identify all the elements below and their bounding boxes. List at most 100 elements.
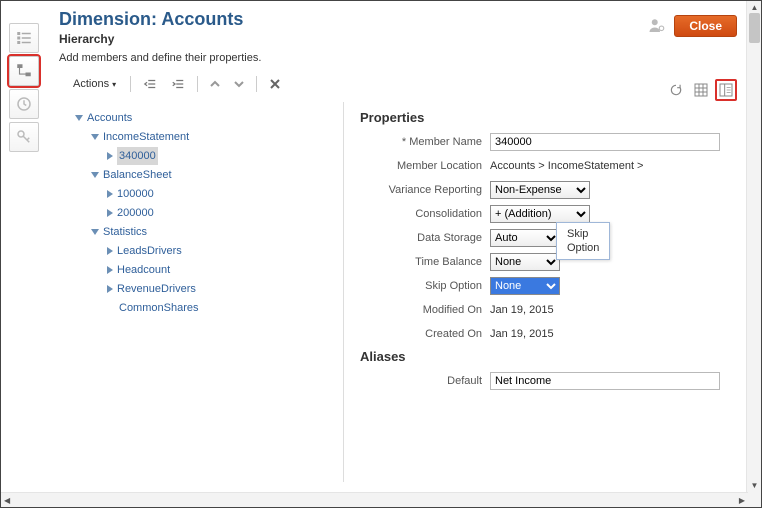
tooltip-line: Option bbox=[567, 241, 599, 255]
expand-icon[interactable] bbox=[75, 115, 83, 121]
grid-icon bbox=[693, 82, 709, 98]
expand-icon[interactable] bbox=[107, 266, 113, 274]
chevron-down-icon bbox=[234, 79, 244, 89]
tree-node-balancesheet[interactable]: BalanceSheet bbox=[91, 166, 339, 184]
label-variance-reporting: Variance Reporting bbox=[370, 184, 490, 196]
tree-label: Accounts bbox=[87, 109, 132, 127]
toolbar-divider bbox=[256, 76, 257, 92]
caret-down-icon: ▾ bbox=[112, 80, 116, 89]
tree-node-200000[interactable]: 200000 bbox=[107, 204, 339, 222]
detail-view-button[interactable] bbox=[715, 79, 737, 101]
rail-tab-overview[interactable] bbox=[9, 23, 39, 53]
tree-label: RevenueDrivers bbox=[117, 280, 196, 298]
time-balance-select[interactable]: None bbox=[490, 253, 560, 271]
tree-node-headcount[interactable]: Headcount bbox=[107, 261, 339, 279]
expand-icon[interactable] bbox=[107, 152, 113, 160]
tree-node-leadsdrivers[interactable]: LeadsDrivers bbox=[107, 242, 339, 260]
properties-pane: Properties * Member Name Member Location… bbox=[344, 102, 743, 482]
label-time-balance: Time Balance bbox=[370, 256, 490, 268]
header-right: Close bbox=[648, 15, 737, 37]
hierarchy-icon bbox=[15, 62, 33, 80]
section-aliases: Aliases bbox=[360, 349, 733, 364]
tree-node-340000[interactable]: 340000 bbox=[107, 147, 339, 165]
tree-toolbar: Actions▾ bbox=[67, 72, 743, 96]
page-title: Dimension: Accounts bbox=[59, 9, 743, 30]
scroll-down-icon[interactable]: ▼ bbox=[750, 481, 759, 490]
tree-label: CommonShares bbox=[119, 299, 198, 317]
horizontal-scrollbar[interactable]: ◀ ▶ bbox=[1, 492, 748, 507]
tree-node-accounts[interactable]: Accounts bbox=[75, 109, 339, 127]
expand-icon[interactable] bbox=[107, 209, 113, 217]
close-icon bbox=[269, 78, 281, 90]
expand-icon[interactable] bbox=[107, 247, 113, 255]
toolbar-divider bbox=[130, 76, 131, 92]
actions-label: Actions bbox=[73, 78, 109, 90]
data-storage-select[interactable]: Auto bbox=[490, 229, 560, 247]
grid-view-button[interactable] bbox=[690, 79, 712, 101]
default-alias-input[interactable] bbox=[490, 372, 720, 390]
expand-icon[interactable] bbox=[91, 172, 99, 178]
move-down-button[interactable] bbox=[230, 77, 248, 91]
tree-label: BalanceSheet bbox=[103, 166, 172, 184]
refresh-button[interactable] bbox=[665, 79, 687, 101]
outdent-icon bbox=[143, 77, 157, 91]
main-area: Close Dimension: Accounts Hierarchy Add … bbox=[49, 9, 743, 489]
skip-option-select[interactable]: None bbox=[490, 277, 560, 295]
scroll-up-icon[interactable]: ▲ bbox=[750, 3, 759, 12]
left-nav-rail bbox=[9, 23, 39, 155]
list-icon bbox=[15, 29, 33, 47]
consolidation-select[interactable]: + (Addition) bbox=[490, 205, 590, 223]
rail-tab-hierarchy[interactable] bbox=[9, 56, 39, 86]
scroll-right-icon[interactable]: ▶ bbox=[739, 496, 745, 505]
page-subtitle: Hierarchy bbox=[59, 32, 743, 46]
modified-on-value: Jan 19, 2015 bbox=[490, 304, 554, 316]
tree-node-statistics[interactable]: Statistics bbox=[91, 223, 339, 241]
indent-button[interactable] bbox=[167, 75, 189, 93]
delete-button[interactable] bbox=[265, 76, 285, 92]
expand-icon[interactable] bbox=[91, 134, 99, 140]
member-location-value: Accounts > IncomeStatement > bbox=[490, 160, 643, 172]
actions-menu[interactable]: Actions▾ bbox=[67, 76, 122, 92]
label-consolidation: Consolidation bbox=[370, 208, 490, 220]
rail-tab-security[interactable] bbox=[9, 122, 39, 152]
tree-node-incomestatement[interactable]: IncomeStatement bbox=[91, 128, 339, 146]
move-up-button[interactable] bbox=[206, 77, 224, 91]
label-default-alias: Default bbox=[370, 375, 490, 387]
tree-node-100000[interactable]: 100000 bbox=[107, 185, 339, 203]
toolbar-divider bbox=[197, 76, 198, 92]
label-member-name: Member Name bbox=[409, 136, 482, 148]
tree-pane: Accounts IncomeStatement 340000 BalanceS… bbox=[49, 102, 344, 482]
variance-reporting-select[interactable]: Non-Expense bbox=[490, 181, 590, 199]
user-settings-icon[interactable] bbox=[648, 17, 666, 35]
scroll-left-icon[interactable]: ◀ bbox=[4, 496, 10, 505]
scroll-thumb[interactable] bbox=[749, 13, 760, 43]
rail-tab-history[interactable] bbox=[9, 89, 39, 119]
tree-node-commonshares[interactable]: CommonShares bbox=[107, 299, 339, 317]
tree-label: Statistics bbox=[103, 223, 147, 241]
expand-icon[interactable] bbox=[107, 285, 113, 293]
refresh-icon bbox=[669, 83, 683, 97]
tree-label: IncomeStatement bbox=[103, 128, 189, 146]
close-button[interactable]: Close bbox=[674, 15, 737, 37]
tooltip-line: Skip bbox=[567, 227, 599, 241]
outdent-button[interactable] bbox=[139, 75, 161, 93]
tree-label: 100000 bbox=[117, 185, 154, 203]
tree-label: 200000 bbox=[117, 204, 154, 222]
label-modified-on: Modified On bbox=[370, 304, 490, 316]
member-name-input[interactable] bbox=[490, 133, 720, 151]
tree-label: LeadsDrivers bbox=[117, 242, 182, 260]
body-split: Accounts IncomeStatement 340000 BalanceS… bbox=[49, 102, 743, 482]
tree-label: 340000 bbox=[117, 147, 158, 165]
vertical-scrollbar[interactable]: ▲ ▼ bbox=[746, 1, 761, 507]
label-skip-option: Skip Option bbox=[370, 280, 490, 292]
indent-icon bbox=[171, 77, 185, 91]
clock-icon bbox=[15, 95, 33, 113]
label-data-storage: Data Storage bbox=[370, 232, 490, 244]
view-switcher bbox=[665, 79, 737, 101]
section-properties: Properties bbox=[360, 110, 733, 125]
tree-node-revenuedrivers[interactable]: RevenueDrivers bbox=[107, 280, 339, 298]
expand-icon[interactable] bbox=[91, 229, 99, 235]
expand-icon[interactable] bbox=[107, 190, 113, 198]
skip-option-tooltip: Skip Option bbox=[556, 222, 610, 260]
app-frame: Close Dimension: Accounts Hierarchy Add … bbox=[0, 0, 762, 508]
